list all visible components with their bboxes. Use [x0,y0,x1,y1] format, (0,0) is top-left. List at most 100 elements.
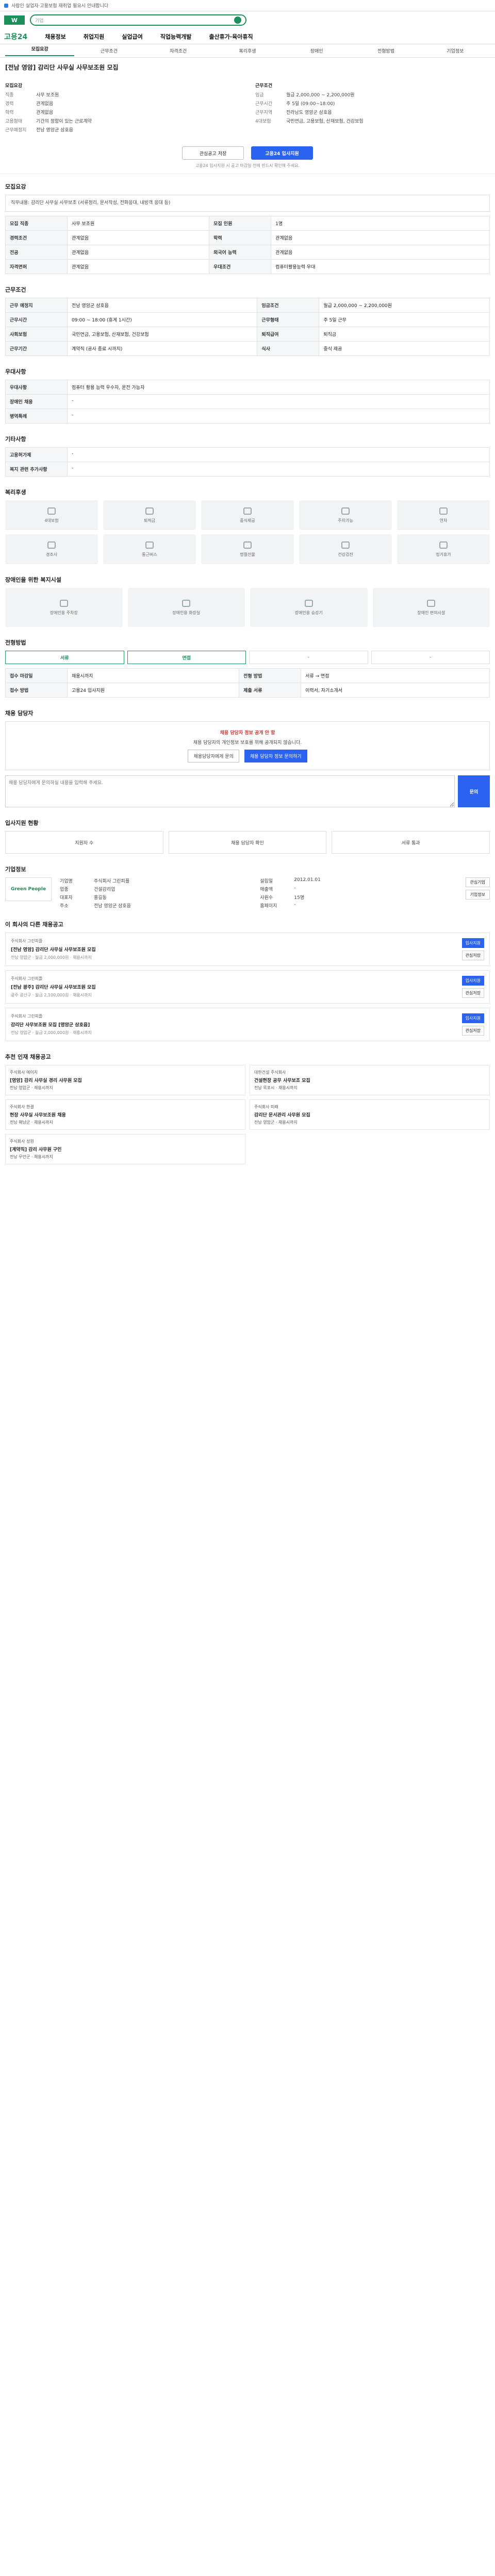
job-scrap-button[interactable]: 관심저장 [461,1026,484,1036]
job-list-item[interactable]: 주식회사 그린피플 감리단 사무보조원 모집 [영암군 삼호읍] 전남 영암군 · … [5,1008,490,1042]
job-scrap-button[interactable]: 관심저장 [461,988,484,998]
table-key: 장애인 채용 [5,394,68,410]
recommend-card[interactable]: 주식회사 에이치 [영암] 감리 사무실 경리 사무원 모집 전남 영암군 · 채용… [5,1065,245,1096]
table-value: 고용24 입사지원 [67,683,240,698]
present-icon [243,541,252,549]
table-value: 관계없음 [271,230,490,246]
disabled-section: 장애인을 위한 복지시설 장애인용 주차장 장애인용 화장실 장애인용 승강기 … [0,567,495,630]
tab-welfare[interactable]: 복리후생 [213,47,282,54]
summary-left: 모집요강 직종 사무 보조원 경력 관계없음 학력 관계없음 고용형태 기간의 정함이 … [5,78,240,134]
status-card: 지원자 수 [5,831,163,854]
etc-heading: 기타사항 [5,436,26,443]
company-info-button[interactable]: 기업정보 [465,890,490,900]
job-title-link[interactable]: [전남 광주] 감리단 사무실 사무보조원 모집 [11,984,453,990]
search-icon[interactable] [234,16,241,24]
apply-button[interactable]: 고용24 입사지원 [251,146,313,160]
job-company: 주식회사 그린피플 [11,939,43,944]
company-value: 2012.01.01 [294,877,321,883]
company-logo: Green People [5,877,52,902]
disabled-card: 장애인 편의시설 [372,588,490,628]
table-value: - [67,394,490,410]
nav-item-support[interactable]: 취업지원 [84,32,104,41]
rec-title[interactable]: 건설현장 공무 사무보조 모집 [254,1077,485,1083]
brand-label[interactable]: 고용24 [4,31,27,42]
qa-input[interactable] [5,775,455,808]
tab-recruit[interactable]: 모집요강 [5,45,75,56]
table-key: 자격면허 [5,259,68,275]
scrap-button[interactable]: 관심공고 저장 [182,146,244,160]
request-info-button[interactable]: 채용 담당자 정보 문의하기 [244,750,307,763]
rec-title[interactable]: [계약직] 감리 사무원 구인 [10,1146,241,1153]
welfare-heading: 복리후생 [5,489,26,496]
job-title-link[interactable]: 감리단 사무보조원 모집 [영암군 삼호읍] [11,1021,453,1028]
tab-qual[interactable]: 자격조건 [144,47,213,54]
job-scrap-button[interactable]: 관심저장 [461,951,484,961]
similar-heading: 이 회사의 다른 채용공고 [5,921,63,928]
rec-meta: 전남 목포시 · 채용시까지 [254,1086,298,1091]
rec-title[interactable]: [영암] 감리 사무실 경리 사무원 모집 [10,1077,241,1083]
job-item-info: 주식회사 그린피플 감리단 사무보조원 모집 [영암군 삼호읍] 전남 영암군 · … [11,1013,453,1036]
rec-title[interactable]: 감리단 문서관리 사무원 모집 [254,1111,485,1118]
qa-send-button[interactable]: 문의 [458,775,490,808]
recommend-card[interactable]: 주식회사 한결 현장 사무실 사무보조원 채용 전남 해남군 · 채용시까지 [5,1099,245,1130]
tab-disabled[interactable]: 장애인 [282,47,351,54]
bus-icon [145,541,154,549]
tab-work[interactable]: 근무조건 [74,47,143,54]
job-apply-button[interactable]: 입사지원 [461,938,484,948]
company-heading: 기업정보 [5,866,26,873]
tab-company[interactable]: 기업정보 [421,47,490,54]
company-value: - [294,886,296,891]
table-value: 계약직 (공사 종료 시까지) [67,341,258,357]
accessibility-icon [427,599,436,607]
company-key: 주소 [60,904,69,909]
rec-title[interactable]: 현장 사무실 사무보조원 채용 [10,1111,241,1118]
table-value: 중식 제공 [319,341,490,357]
company-value: 홍길동 [94,895,107,901]
tab-procedure[interactable]: 전형방법 [351,47,420,54]
table-key: 학력 [209,230,272,246]
kv-value: 전남 영암군 삼호읍 [36,128,73,133]
recommend-card[interactable]: 주식회사 성원 [계약직] 감리 사무원 구인 전남 무안군 · 채용시까지 [5,1134,245,1165]
nav-item-benefit[interactable]: 실업급여 [122,32,142,41]
status-card: 서류 통과 [332,831,490,854]
recommend-card[interactable]: 주식회사 미래 감리단 문서관리 사무원 모집 전남 영암군 · 채용시까지 [250,1099,490,1130]
status-label: 서류 통과 [401,840,420,846]
status-row: 지원자 수 채용 담당자 확인 서류 통과 [5,831,490,854]
table-key: 근무형태 [257,312,320,328]
job-title-link[interactable]: [전남 영암] 감리단 사무실 사무보조원 모집 [11,946,453,953]
job-list-item[interactable]: 주식회사 그린피플 [전남 광주] 감리단 사무실 사무보조원 모집 광주 광산구 … [5,970,490,1004]
etc-table: 고용허가제 - 복지 관련 추가사항 - [5,447,490,477]
favorite-company-button[interactable]: 관심기업 [465,877,490,888]
gift-icon [47,541,56,549]
welfare-label: 경조사 [45,552,58,557]
welfare-card: 경조사 [5,534,98,565]
welfare-card: 연차 [397,500,490,531]
recommend-card[interactable]: 대한건설 주식회사 건설현장 공무 사무보조 모집 전남 목포시 · 채용시까지 [250,1065,490,1096]
job-apply-button[interactable]: 입사지원 [461,976,484,986]
table-key: 퇴직급여 [257,327,320,342]
welfare-label: 퇴직금 [143,518,156,523]
job-apply-button[interactable]: 입사지원 [461,1013,484,1024]
meal-icon [243,507,252,515]
search-input[interactable]: 기업 [30,14,246,26]
welfare-card: 건강검진 [299,534,392,565]
recommend-section: 추천 인재 채용공고 주식회사 에이치 [영암] 감리 사무실 경리 사무원 모집… [0,1044,495,1167]
qual-section: 우대사항 우대사항 컴퓨터 활용 능력 우수자, 운전 가능자 장애인 채용 - 병… [0,359,495,427]
welfare-label: 주차가능 [338,518,353,523]
site-logo[interactable]: W [4,15,25,25]
nav-item-jobs[interactable]: 채용정보 [45,32,65,41]
status-label: 채용 담당자 확인 [231,840,264,846]
kv-value: 월급 2,000,000 ~ 2,200,000원 [286,93,355,98]
nav-item-leave[interactable]: 출산휴가·육아휴직 [209,32,253,41]
table-value: 컴퓨터 활용 능력 우수자, 운전 가능자 [67,380,490,395]
table-key: 접수 마감일 [5,668,68,684]
table-value: 관계없음 [67,245,210,260]
company-value: 전남 영암군 삼호읍 [94,904,131,909]
job-list-item[interactable]: 주식회사 그린피플 [전남 영암] 감리단 사무실 사무보조원 모집 전남 영암군 … [5,933,490,967]
job-item-actions: 입사지원관심저장 [453,976,484,998]
contact-manager-button[interactable]: 채용담당자에게 문의 [188,750,239,763]
work-heading: 근무조건 [5,286,26,294]
nav-item-training[interactable]: 직업능력개발 [160,32,192,41]
table-key: 접수 방법 [5,683,68,698]
recommend-grid: 주식회사 에이치 [영암] 감리 사무실 경리 사무원 모집 전남 영암군 · 채용… [5,1065,490,1165]
